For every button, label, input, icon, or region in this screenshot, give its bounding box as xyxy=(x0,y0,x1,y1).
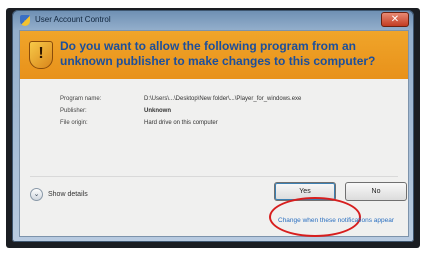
program-name-value: D:\Users\...\Desktop\New folder\...\Play… xyxy=(144,96,302,102)
window-title: User Account Control xyxy=(35,15,111,24)
close-button[interactable]: ✕ xyxy=(381,12,409,27)
title-bar: User Account Control ✕ xyxy=(12,10,414,30)
no-button[interactable]: No xyxy=(345,182,407,201)
program-details: Program name: D:\Users\...\Desktop\New f… xyxy=(60,95,344,131)
uac-dialog: User Account Control ✕ ! Do you want to … xyxy=(12,10,414,242)
change-notifications-link[interactable]: Change when these notifications appear xyxy=(278,217,394,224)
detail-row-publisher: Publisher: Unknown xyxy=(60,107,344,116)
uac-question: Do you want to allow the following progr… xyxy=(60,39,376,68)
chevron-down-icon[interactable]: ⌄ xyxy=(30,188,43,201)
warning-banner: ! Do you want to allow the following pro… xyxy=(20,31,408,79)
publisher-value: Unknown xyxy=(144,108,171,114)
uac-shield-icon xyxy=(20,15,30,26)
publisher-label: Publisher: xyxy=(60,108,87,114)
warning-shield-icon: ! xyxy=(29,41,53,69)
detail-row-program: Program name: D:\Users\...\Desktop\New f… xyxy=(60,95,344,104)
divider xyxy=(30,176,398,177)
show-details-toggle[interactable]: ⌄ Show details xyxy=(30,188,88,201)
dialog-content: ! Do you want to allow the following pro… xyxy=(19,30,409,237)
file-origin-value: Hard drive on this computer xyxy=(144,120,218,126)
program-name-label: Program name: xyxy=(60,96,102,102)
detail-row-origin: File origin: Hard drive on this computer xyxy=(60,119,344,128)
show-details-label[interactable]: Show details xyxy=(48,191,88,198)
file-origin-label: File origin: xyxy=(60,120,88,126)
